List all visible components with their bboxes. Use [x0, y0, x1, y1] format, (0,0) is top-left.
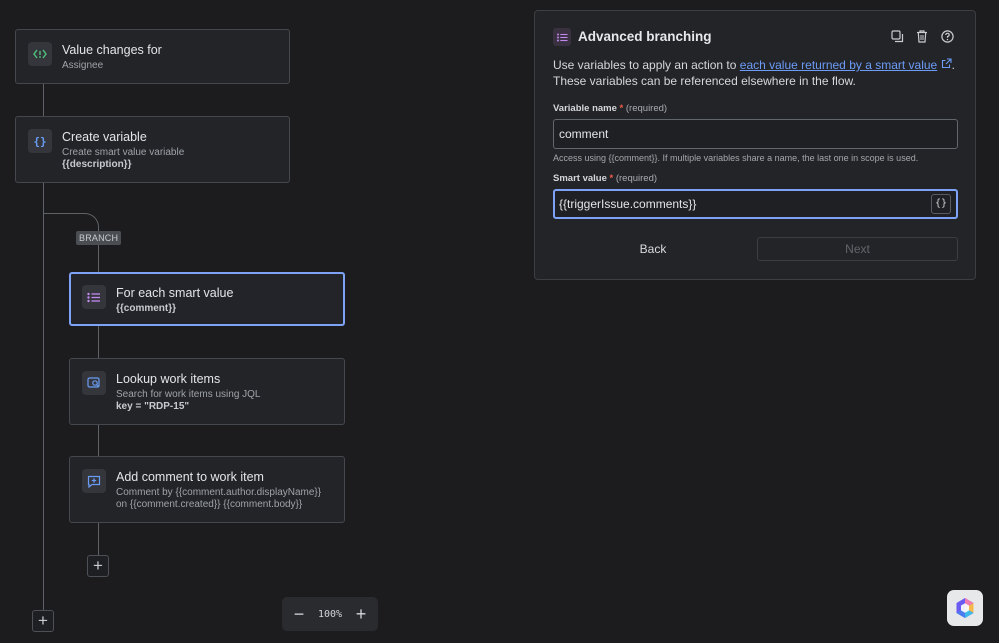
zoom-level: 100%	[317, 608, 343, 620]
help-icon[interactable]	[939, 28, 955, 44]
zoom-controls: − 100% +	[282, 597, 378, 631]
node-title: Create variable	[62, 130, 147, 144]
node-title: For each smart value	[116, 286, 234, 300]
smart-value-label: Smart value * (required)	[553, 173, 657, 184]
node-subtitle-detail: {{description}}	[62, 159, 132, 170]
variable-name-label: Variable name * (required)	[553, 103, 667, 114]
node-subtitle-detail: on {{comment.created}} {{comment.body}}	[116, 499, 303, 510]
comment-add-icon	[82, 469, 106, 493]
lookup-work-items-node[interactable]: Lookup work items Search for work items …	[69, 358, 345, 425]
label-text: Variable name	[553, 103, 617, 114]
zoom-out-button[interactable]: −	[291, 605, 307, 623]
list-icon	[553, 28, 571, 46]
advanced-branching-panel: Advanced branching Use variables to appl…	[534, 10, 976, 280]
variable-name-help: Access using {{comment}}. If multiple va…	[553, 153, 919, 163]
required-asterisk: *	[609, 173, 614, 184]
curly-braces-glyph: {}	[33, 134, 47, 148]
branch-tag: BRANCH	[76, 231, 122, 245]
panel-title: Advanced branching	[578, 29, 712, 44]
code-bracket-icon	[28, 42, 52, 66]
node-subtitle: Search for work items using JQL key = "R…	[116, 389, 261, 413]
description-text: Use variables to apply an action to	[553, 58, 740, 72]
smart-value-docs-link[interactable]: each value returned by a smart value	[740, 58, 937, 72]
trash-icon[interactable]	[914, 28, 930, 44]
panel-actions	[889, 28, 955, 44]
required-asterisk: *	[619, 103, 624, 114]
node-subtitle-line: Comment by {{comment.author.displayName}…	[116, 487, 322, 498]
external-link-icon[interactable]	[941, 58, 952, 72]
variable-name-input[interactable]: comment	[553, 119, 958, 149]
automation-canvas: Value changes for Assignee {} Create var…	[0, 0, 999, 643]
node-subtitle-line: Create smart value variable	[62, 147, 185, 158]
zoom-in-button[interactable]: +	[353, 605, 369, 623]
connector-line	[43, 183, 44, 611]
node-title: Lookup work items	[116, 372, 221, 386]
search-issue-icon	[82, 371, 106, 395]
create-variable-node[interactable]: {} Create variable Create smart value va…	[15, 116, 290, 183]
connector-line	[43, 84, 44, 116]
node-subtitle: {{comment}}	[116, 303, 177, 314]
required-text: (required)	[625, 103, 668, 114]
node-subtitle: Create smart value variable {{descriptio…	[62, 147, 184, 171]
connector-line	[98, 523, 99, 555]
node-title: Add comment to work item	[116, 470, 264, 484]
connector-line	[98, 425, 99, 456]
smart-value-text: {{triggerIssue.comments}}	[559, 197, 697, 211]
add-step-button[interactable]: +	[32, 610, 54, 632]
hexagon-logo-icon	[956, 598, 974, 618]
duplicate-icon[interactable]	[889, 28, 905, 44]
node-subtitle-detail: key = "RDP-15"	[116, 401, 190, 412]
for-each-node[interactable]: For each smart value {{comment}}	[69, 272, 345, 326]
node-subtitle: Comment by {{comment.author.displayName}…	[116, 487, 321, 511]
label-text: Smart value	[553, 173, 607, 184]
insert-smart-value-button[interactable]: {}	[931, 194, 951, 214]
connector-line	[98, 244, 99, 272]
required-text: (required)	[615, 173, 658, 184]
node-title: Value changes for	[62, 43, 162, 57]
list-icon	[82, 285, 106, 309]
smart-value-input[interactable]: {{triggerIssue.comments}} {}	[553, 189, 958, 219]
node-subtitle-line: Search for work items using JQL	[116, 389, 261, 400]
curly-braces-icon: {}	[28, 129, 52, 153]
node-subtitle: Assignee	[62, 60, 104, 71]
add-comment-node[interactable]: Add comment to work item Comment by {{co…	[69, 456, 345, 523]
add-branch-step-button[interactable]: +	[87, 555, 109, 577]
assistant-fab[interactable]	[947, 590, 983, 626]
panel-description: Use variables to apply an action to each…	[553, 57, 963, 89]
back-button[interactable]: Back	[553, 237, 753, 261]
next-button[interactable]: Next	[757, 237, 958, 261]
trigger-node[interactable]: Value changes for Assignee	[15, 29, 290, 84]
connector-line	[98, 326, 99, 358]
